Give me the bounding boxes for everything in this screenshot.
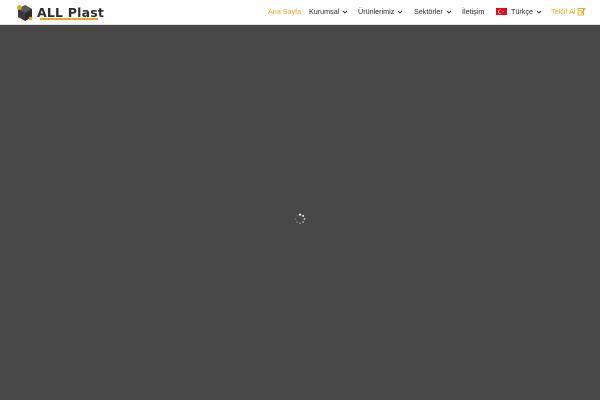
- nav-corporate-label: Kurumsal: [309, 7, 340, 16]
- site-header: ALL Plast Ana Sayfa Kurumsal Ürünlerimiz…: [0, 0, 600, 25]
- document-pen-icon: [577, 7, 587, 16]
- nav-contact-label: İletişim: [462, 7, 485, 16]
- nav-item-home[interactable]: Ana Sayfa: [268, 7, 301, 16]
- language-selector[interactable]: Türkçe: [496, 7, 542, 16]
- nav-item-sectors[interactable]: Sektörler: [414, 7, 452, 16]
- turkey-flag-icon: [496, 7, 507, 16]
- main-navigation: Ana Sayfa Kurumsal Ürünlerimiz Sektörler…: [0, 0, 600, 25]
- nav-sectors-label: Sektörler: [414, 7, 443, 16]
- nav-products-label: Ürünlerimiz: [358, 7, 395, 16]
- chevron-down-icon: [446, 10, 452, 14]
- language-label: Türkçe: [511, 7, 533, 16]
- chevron-down-icon: [343, 10, 348, 14]
- nav-item-corporate[interactable]: Kurumsal: [309, 7, 348, 16]
- quote-label: Teklif Al: [551, 7, 576, 16]
- nav-item-contact[interactable]: İletişim: [462, 7, 484, 16]
- chevron-down-icon: [398, 10, 403, 14]
- nav-item-products[interactable]: Ürünlerimiz: [358, 7, 403, 16]
- quote-button[interactable]: Teklif Al: [551, 7, 587, 16]
- spinner-icon: [294, 213, 306, 225]
- nav-home-label: Ana Sayfa: [268, 7, 302, 16]
- chevron-down-icon: [536, 10, 542, 14]
